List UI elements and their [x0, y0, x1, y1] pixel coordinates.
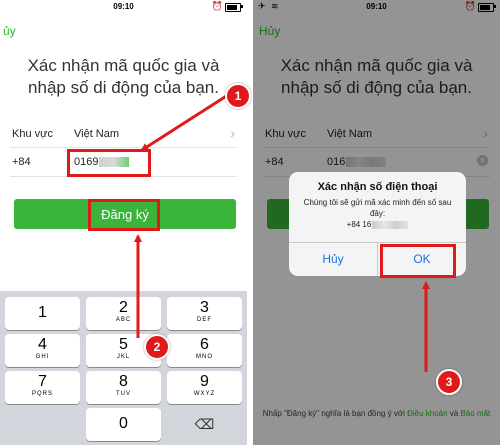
- dialog-message: Chúng tôi sẽ gửi mã xác minh đến số sau …: [297, 197, 458, 230]
- keypad-key-8[interactable]: 8 TUV: [86, 371, 161, 404]
- key-digit: 4: [38, 336, 47, 353]
- key-letters: GHI: [35, 354, 50, 360]
- dialog-number: +84 16: [346, 220, 372, 229]
- keypad-key-9[interactable]: 9 WXYZ: [167, 371, 242, 404]
- chevron-right-icon: ›: [230, 125, 235, 141]
- keypad-key-4[interactable]: 4 GHI: [5, 334, 80, 367]
- country-code[interactable]: +84: [12, 156, 31, 168]
- keypad-key-3[interactable]: 3 DEF: [167, 297, 242, 330]
- key-letters: WXYZ: [193, 391, 216, 397]
- backspace-key[interactable]: ⌫: [167, 408, 242, 441]
- dialog-cancel-button[interactable]: Hủy: [289, 243, 377, 276]
- key-letters: PQRS: [31, 391, 53, 397]
- key-digit: 2: [119, 299, 128, 316]
- phone-highlight-box: [67, 149, 151, 177]
- ok-highlight-box: [380, 244, 456, 278]
- region-label: Khu vực: [12, 128, 53, 140]
- register-highlight-box: [88, 199, 160, 231]
- blurred-digits: [372, 220, 409, 229]
- region-row[interactable]: Khu vực Việt Nam ›: [10, 121, 237, 147]
- alarm-icon: ⏰: [211, 1, 223, 11]
- status-bar: 09:10 ⏰: [0, 0, 247, 14]
- right-screen: ✈ ≋ 09:10 ⏰ Hủy Xác nhận mã quốc gia và …: [253, 0, 500, 445]
- key-letters: TUV: [116, 391, 131, 397]
- keypad-key-2[interactable]: 2 ABC: [86, 297, 161, 330]
- key-digit: 0: [119, 415, 128, 432]
- key-digit: 9: [200, 373, 209, 390]
- keypad-key-6[interactable]: 6 MNO: [167, 334, 242, 367]
- key-digit: 3: [200, 299, 209, 316]
- keypad-blank: [5, 408, 80, 441]
- key-digit: 6: [200, 336, 209, 353]
- backspace-icon: ⌫: [194, 416, 215, 432]
- callout-badge-1: 1: [225, 83, 251, 109]
- cancel-link[interactable]: ủy: [3, 24, 16, 38]
- key-digit: 8: [119, 373, 128, 390]
- key-digit: 1: [38, 304, 47, 321]
- region-value: Việt Nam: [74, 128, 120, 140]
- callout-badge-3: 3: [436, 369, 462, 395]
- battery-icon: [225, 3, 241, 12]
- divider: [10, 147, 237, 148]
- page-heading: Xác nhận mã quốc gia và nhập số di động …: [27, 56, 220, 97]
- keypad-key-0[interactable]: 0: [86, 408, 161, 441]
- callout-badge-2: 2: [144, 334, 170, 360]
- key-digit: 7: [38, 373, 47, 390]
- dialog-message-text: Chúng tôi sẽ gửi mã xác minh đến số sau …: [303, 198, 452, 218]
- status-time: 09:10: [113, 2, 134, 11]
- keypad-key-1[interactable]: 1: [5, 297, 80, 330]
- keypad-key-7[interactable]: 7 PQRS: [5, 371, 80, 404]
- key-letters: ABC: [115, 317, 132, 323]
- dialog-title: Xác nhận số điện thoại: [317, 181, 438, 193]
- key-letters: DEF: [197, 317, 212, 323]
- numeric-keypad: 1 2 ABC 3 DEF 4 GHI 5 JKL 6 MNO 7 PQRS 8 TUV 9 WXYZ 0 ⌫: [0, 291, 247, 445]
- key-letters: MNO: [196, 354, 213, 360]
